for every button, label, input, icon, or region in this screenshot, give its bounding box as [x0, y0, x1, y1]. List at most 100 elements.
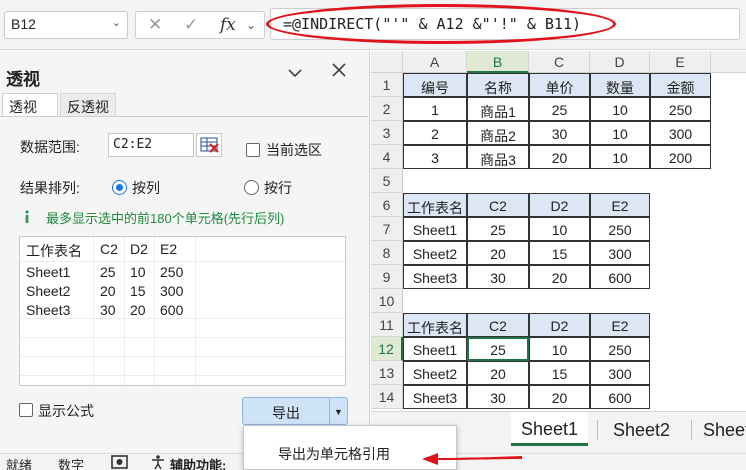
cell[interactable]: E2: [590, 193, 650, 217]
cell[interactable]: 25: [529, 97, 590, 121]
cell[interactable]: 商品3: [467, 145, 529, 169]
export-button[interactable]: 导出: [242, 397, 330, 425]
export-dropdown-button[interactable]: ▼: [330, 397, 348, 425]
chevron-down-icon[interactable]: ⌄: [112, 16, 121, 29]
cell[interactable]: 300: [650, 121, 711, 145]
cell[interactable]: 10: [590, 121, 650, 145]
column-header-a[interactable]: A: [403, 51, 467, 73]
cell[interactable]: Sheet2: [403, 361, 467, 385]
cell[interactable]: 编号: [403, 73, 467, 97]
row-header[interactable]: 3: [371, 121, 403, 145]
column-header-c[interactable]: C: [529, 51, 590, 73]
cell[interactable]: 数量: [590, 73, 650, 97]
row-header[interactable]: 14: [371, 385, 403, 409]
cell[interactable]: 单价: [529, 73, 590, 97]
sheet-tab-sheet3[interactable]: Sheet3: [693, 420, 746, 441]
cell[interactable]: 250: [590, 337, 650, 361]
column-header-f[interactable]: [711, 51, 746, 73]
column-header-e[interactable]: E: [650, 51, 711, 73]
row-header[interactable]: 2: [371, 97, 403, 121]
cell[interactable]: C2: [467, 313, 529, 337]
cell[interactable]: 工作表名: [403, 313, 467, 337]
cell[interactable]: 10: [590, 145, 650, 169]
cell[interactable]: 15: [529, 241, 590, 265]
cell[interactable]: 10: [590, 97, 650, 121]
row-header[interactable]: 5: [371, 169, 403, 193]
select-all-corner[interactable]: [371, 51, 403, 73]
row-header[interactable]: 1: [371, 73, 403, 97]
cell[interactable]: 250: [650, 97, 711, 121]
current-selection-checkbox[interactable]: [246, 143, 260, 157]
cell[interactable]: 200: [650, 145, 711, 169]
cell[interactable]: 25: [467, 217, 529, 241]
cell[interactable]: D2: [529, 193, 590, 217]
by-row-radio[interactable]: [244, 180, 259, 195]
cell[interactable]: 20: [529, 145, 590, 169]
fx-icon[interactable]: fx: [220, 15, 236, 35]
row-header[interactable]: 6: [371, 193, 403, 217]
cell[interactable]: 20: [529, 265, 590, 289]
cell[interactable]: 名称: [467, 73, 529, 97]
cell[interactable]: 30: [467, 265, 529, 289]
name-box[interactable]: B12 ⌄: [4, 11, 128, 39]
cell[interactable]: 金额: [650, 73, 711, 97]
cell[interactable]: 10: [529, 337, 590, 361]
cancel-icon[interactable]: ✕: [148, 15, 162, 35]
row-header[interactable]: 4: [371, 145, 403, 169]
confirm-icon[interactable]: ✓: [184, 15, 198, 35]
by-column-radio[interactable]: [112, 180, 127, 195]
close-icon[interactable]: [331, 62, 347, 83]
row-header[interactable]: 12: [371, 337, 403, 361]
grid-line: [20, 318, 345, 319]
show-formula-checkbox[interactable]: [19, 403, 33, 417]
cell[interactable]: 600: [590, 265, 650, 289]
cell[interactable]: 15: [529, 361, 590, 385]
row-header[interactable]: 8: [371, 241, 403, 265]
status-accessibility[interactable]: 辅助功能:: [170, 455, 226, 470]
cell[interactable]: Sheet1: [403, 337, 467, 361]
cell[interactable]: C2: [467, 193, 529, 217]
pane-menu-icon[interactable]: [288, 65, 302, 81]
cell[interactable]: 30: [467, 385, 529, 409]
cell[interactable]: 300: [590, 361, 650, 385]
cell[interactable]: 20: [467, 241, 529, 265]
sheet-tab-sheet1[interactable]: Sheet1: [511, 412, 589, 446]
cell[interactable]: 30: [529, 121, 590, 145]
macro-record-icon[interactable]: [110, 455, 130, 470]
row-header[interactable]: 9: [371, 265, 403, 289]
cell[interactable]: 600: [590, 385, 650, 409]
cell[interactable]: Sheet3: [403, 265, 467, 289]
cell[interactable]: 商品2: [467, 121, 529, 145]
cell[interactable]: 20: [529, 385, 590, 409]
row-header[interactable]: 7: [371, 217, 403, 241]
cell[interactable]: 商品1: [467, 97, 529, 121]
formula-input[interactable]: =@INDIRECT("'" & A12 &"'!" & B11): [270, 8, 740, 40]
cell[interactable]: 10: [529, 217, 590, 241]
cell[interactable]: 2: [403, 121, 467, 145]
cell[interactable]: 工作表名: [403, 193, 467, 217]
cell[interactable]: E2: [590, 313, 650, 337]
row-header[interactable]: 11: [371, 313, 403, 337]
column-header-b[interactable]: B: [467, 51, 529, 73]
accessibility-icon[interactable]: [150, 455, 166, 470]
cell[interactable]: D2: [529, 313, 590, 337]
column-header-d[interactable]: D: [590, 51, 650, 73]
chevron-down-icon[interactable]: ⌄: [246, 18, 256, 32]
cell[interactable]: 3: [403, 145, 467, 169]
cell[interactable]: Sheet2: [403, 241, 467, 265]
cell[interactable]: Sheet3: [403, 385, 467, 409]
cell[interactable]: 1: [403, 97, 467, 121]
tab-pivot[interactable]: 透视: [2, 93, 58, 117]
sheet-tab-sheet2[interactable]: Sheet2: [603, 420, 680, 441]
row-header[interactable]: 10: [371, 289, 403, 313]
cell[interactable]: 300: [590, 241, 650, 265]
range-picker-icon[interactable]: [196, 133, 222, 157]
row-header[interactable]: 13: [371, 361, 403, 385]
range-input[interactable]: C2:E2: [108, 133, 194, 157]
active-cell-b12[interactable]: 25: [467, 337, 529, 361]
cell[interactable]: Sheet1: [403, 217, 467, 241]
tab-unpivot[interactable]: 反透视: [60, 93, 116, 117]
menu-item-export-as-ref[interactable]: 导出为单元格引用: [278, 444, 390, 464]
cell[interactable]: 250: [590, 217, 650, 241]
cell[interactable]: 20: [467, 361, 529, 385]
